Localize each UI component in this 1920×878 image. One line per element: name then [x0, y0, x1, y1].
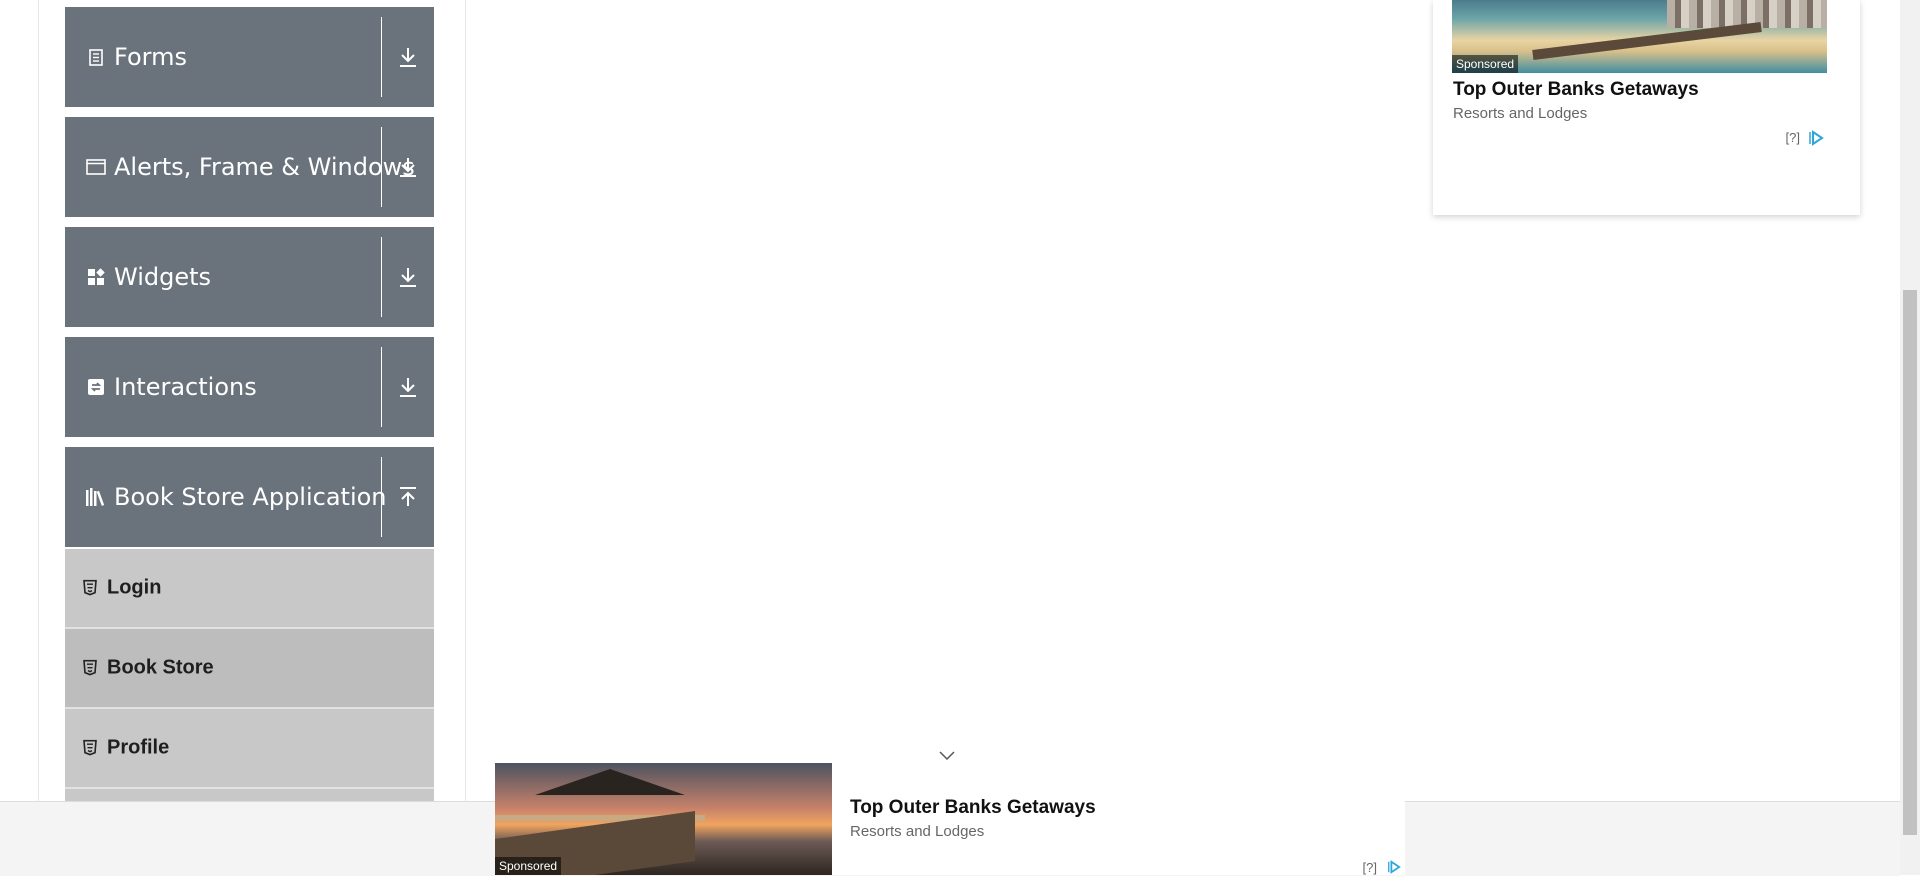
adchoices-icon[interactable]	[1808, 130, 1824, 146]
group-label: Book Store Application	[114, 483, 387, 511]
ad-image-pier	[1532, 22, 1762, 60]
group-interactions[interactable]: Interactions	[65, 337, 434, 437]
sponsored-tag: Sponsored	[1452, 55, 1519, 73]
bottom-ad[interactable]: Sponsored Top Outer Banks Getaways Resor…	[495, 763, 1405, 875]
ad-image-gazebo[interactable]: Sponsored	[495, 763, 832, 875]
divider	[381, 347, 382, 427]
menu-item-profile[interactable]: Profile	[65, 709, 434, 789]
group-label: Forms	[114, 43, 187, 71]
expand-arrow-icon[interactable]	[395, 264, 421, 290]
menu-item-label: Login	[107, 576, 162, 599]
group-label: Interactions	[114, 373, 257, 401]
menu-item-book-store[interactable]: Book Store	[65, 629, 434, 709]
menu-item-label: Book Store	[107, 656, 214, 679]
ad-title[interactable]: Top Outer Banks Getaways	[850, 797, 1096, 819]
sponsored-tag: Sponsored	[495, 857, 562, 875]
group-forms[interactable]: Forms	[65, 7, 434, 107]
expand-arrow-icon[interactable]	[395, 44, 421, 70]
divider	[381, 457, 382, 537]
vertical-scrollbar[interactable]	[1900, 0, 1920, 875]
interactions-icon	[85, 376, 107, 398]
window-icon	[85, 156, 107, 178]
form-icon	[85, 46, 107, 68]
html5-icon	[83, 659, 97, 676]
ad-image-beach-pier[interactable]: Sponsored	[1452, 0, 1827, 73]
expand-arrow-icon[interactable]	[395, 374, 421, 400]
group-book-store-application[interactable]: Book Store Application	[65, 447, 434, 547]
menu-item-label: Profile	[107, 736, 170, 759]
ad-help-link[interactable]: [?]	[1786, 130, 1800, 145]
group-widgets[interactable]: Widgets	[65, 227, 434, 327]
group-alerts-frame-windows[interactable]: Alerts, Frame & Windows	[65, 117, 434, 217]
html5-icon	[83, 739, 97, 756]
expand-arrow-icon[interactable]	[395, 154, 421, 180]
ad-subtitle: Resorts and Lodges	[1453, 105, 1588, 122]
divider	[381, 17, 382, 97]
books-icon	[85, 486, 107, 508]
group-label: Widgets	[114, 263, 212, 291]
ad-image-gazebo-roof	[535, 769, 685, 795]
ad-subtitle: Resorts and Lodges	[850, 823, 985, 840]
group-label: Alerts, Frame & Windows	[114, 153, 415, 181]
ad-help-link[interactable]: [?]	[1363, 860, 1377, 875]
menu-item-login[interactable]: Login	[65, 549, 434, 629]
adchoices-icon[interactable]	[1387, 859, 1401, 874]
widgets-icon	[85, 266, 107, 288]
divider	[381, 237, 382, 317]
collapse-arrow-icon[interactable]	[395, 484, 421, 510]
ad-title[interactable]: Top Outer Banks Getaways	[1453, 79, 1699, 101]
html5-icon	[83, 579, 97, 596]
side-ad-card[interactable]: Sponsored Top Outer Banks Getaways Resor…	[1433, 0, 1860, 215]
scrollbar-thumb[interactable]	[1903, 290, 1917, 835]
divider	[381, 127, 382, 207]
chevron-down-icon[interactable]	[938, 746, 956, 761]
